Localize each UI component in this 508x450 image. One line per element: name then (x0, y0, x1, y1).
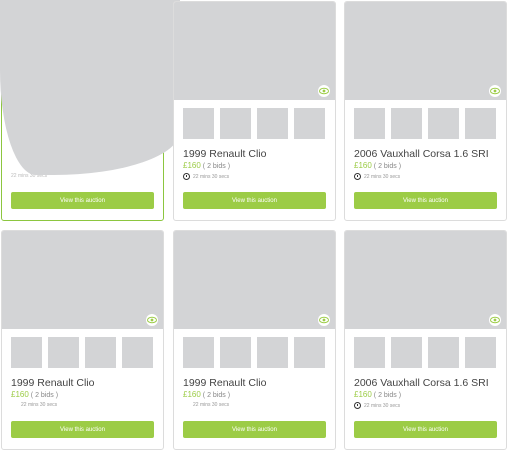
car-photo (345, 2, 506, 100)
auction-timer: 22 mins 30 secs (354, 402, 400, 409)
clock-icon (354, 173, 361, 180)
eye-icon[interactable] (146, 314, 158, 326)
image-placeholder-overlay (0, 0, 180, 175)
bid-count: ( 2 bids ) (373, 392, 402, 399)
auction-title[interactable]: 2006 Vauxhall Corsa 1.6 SRI (354, 148, 489, 160)
thumbnail[interactable] (428, 337, 459, 368)
thumbnail[interactable] (220, 337, 251, 368)
auction-card[interactable]: 1999 Renault Clio £160( 2 bids ) 22 mins… (173, 230, 336, 450)
thumbnail[interactable] (11, 337, 42, 368)
auction-title[interactable]: 2006 Vauxhall Corsa 1.6 SRI (354, 377, 489, 389)
thumbnail[interactable] (465, 108, 496, 139)
view-auction-button[interactable]: View this auction (183, 192, 326, 209)
thumbnail-strip (354, 337, 496, 368)
car-photo (174, 231, 335, 329)
thumbnail[interactable] (183, 108, 214, 139)
auction-price: £160( 2 bids ) (11, 390, 59, 399)
thumbnail[interactable] (294, 337, 325, 368)
car-photo (2, 231, 163, 329)
thumbnail[interactable] (391, 108, 422, 139)
thumbnail[interactable] (391, 337, 422, 368)
eye-icon[interactable] (318, 85, 330, 97)
auction-price: £160( 2 bids ) (354, 161, 402, 170)
car-photo (174, 2, 335, 100)
thumbnail-strip (354, 108, 496, 139)
thumbnail[interactable] (354, 108, 385, 139)
view-auction-button[interactable]: View this auction (11, 421, 154, 438)
auction-title[interactable]: 1999 Renault Clio (11, 377, 94, 389)
auction-price: £160( 2 bids ) (183, 390, 231, 399)
auction-timer: 22 mins 30 secs (354, 173, 400, 180)
auction-card[interactable]: 1999 Renault Clio £160( 2 bids ) 22 mins… (1, 230, 164, 450)
thumbnail[interactable] (220, 108, 251, 139)
thumbnail[interactable] (257, 337, 288, 368)
clock-icon (183, 173, 190, 180)
thumbnail[interactable] (465, 337, 496, 368)
view-auction-button[interactable]: View this auction (354, 192, 497, 209)
thumbnail[interactable] (257, 108, 288, 139)
auction-price: £160( 2 bids ) (354, 390, 402, 399)
auction-price: £160( 2 bids ) (183, 161, 231, 170)
thumbnail[interactable] (183, 337, 214, 368)
thumbnail-strip (11, 337, 153, 368)
thumbnail[interactable] (48, 337, 79, 368)
thumbnail-strip (183, 337, 325, 368)
thumbnail[interactable] (294, 108, 325, 139)
view-auction-button[interactable]: View this auction (354, 421, 497, 438)
auction-title[interactable]: 1999 Renault Clio (183, 148, 266, 160)
auction-timer: 22 mins 30 secs (21, 402, 58, 408)
clock-icon (354, 402, 361, 409)
auction-card[interactable]: 2006 Vauxhall Corsa 1.6 SRI £160( 2 bids… (344, 230, 507, 450)
thumbnail[interactable] (122, 337, 153, 368)
thumbnail[interactable] (354, 337, 385, 368)
car-photo (345, 231, 506, 329)
auction-title[interactable]: 1999 Renault Clio (183, 377, 266, 389)
thumbnail[interactable] (428, 108, 459, 139)
auction-card[interactable]: 2006 Vauxhall Corsa 1.6 SRI £160( 2 bids… (344, 1, 507, 221)
auction-card[interactable]: 1999 Renault Clio £160( 2 bids ) 22 mins… (173, 1, 336, 221)
bid-count: ( 2 bids ) (373, 163, 402, 170)
auction-timer: 22 mins 30 secs (193, 402, 230, 408)
eye-icon[interactable] (318, 314, 330, 326)
view-auction-button[interactable]: View this auction (183, 421, 326, 438)
thumbnail[interactable] (85, 337, 116, 368)
eye-icon[interactable] (489, 314, 501, 326)
view-auction-button[interactable]: View this auction (11, 192, 154, 209)
bid-count: ( 2 bids ) (202, 163, 231, 170)
auction-timer: 22 mins 30 secs (183, 173, 229, 180)
bid-count: ( 2 bids ) (202, 392, 231, 399)
thumbnail-strip (183, 108, 325, 139)
bid-count: ( 2 bids ) (30, 392, 59, 399)
eye-icon[interactable] (489, 85, 501, 97)
